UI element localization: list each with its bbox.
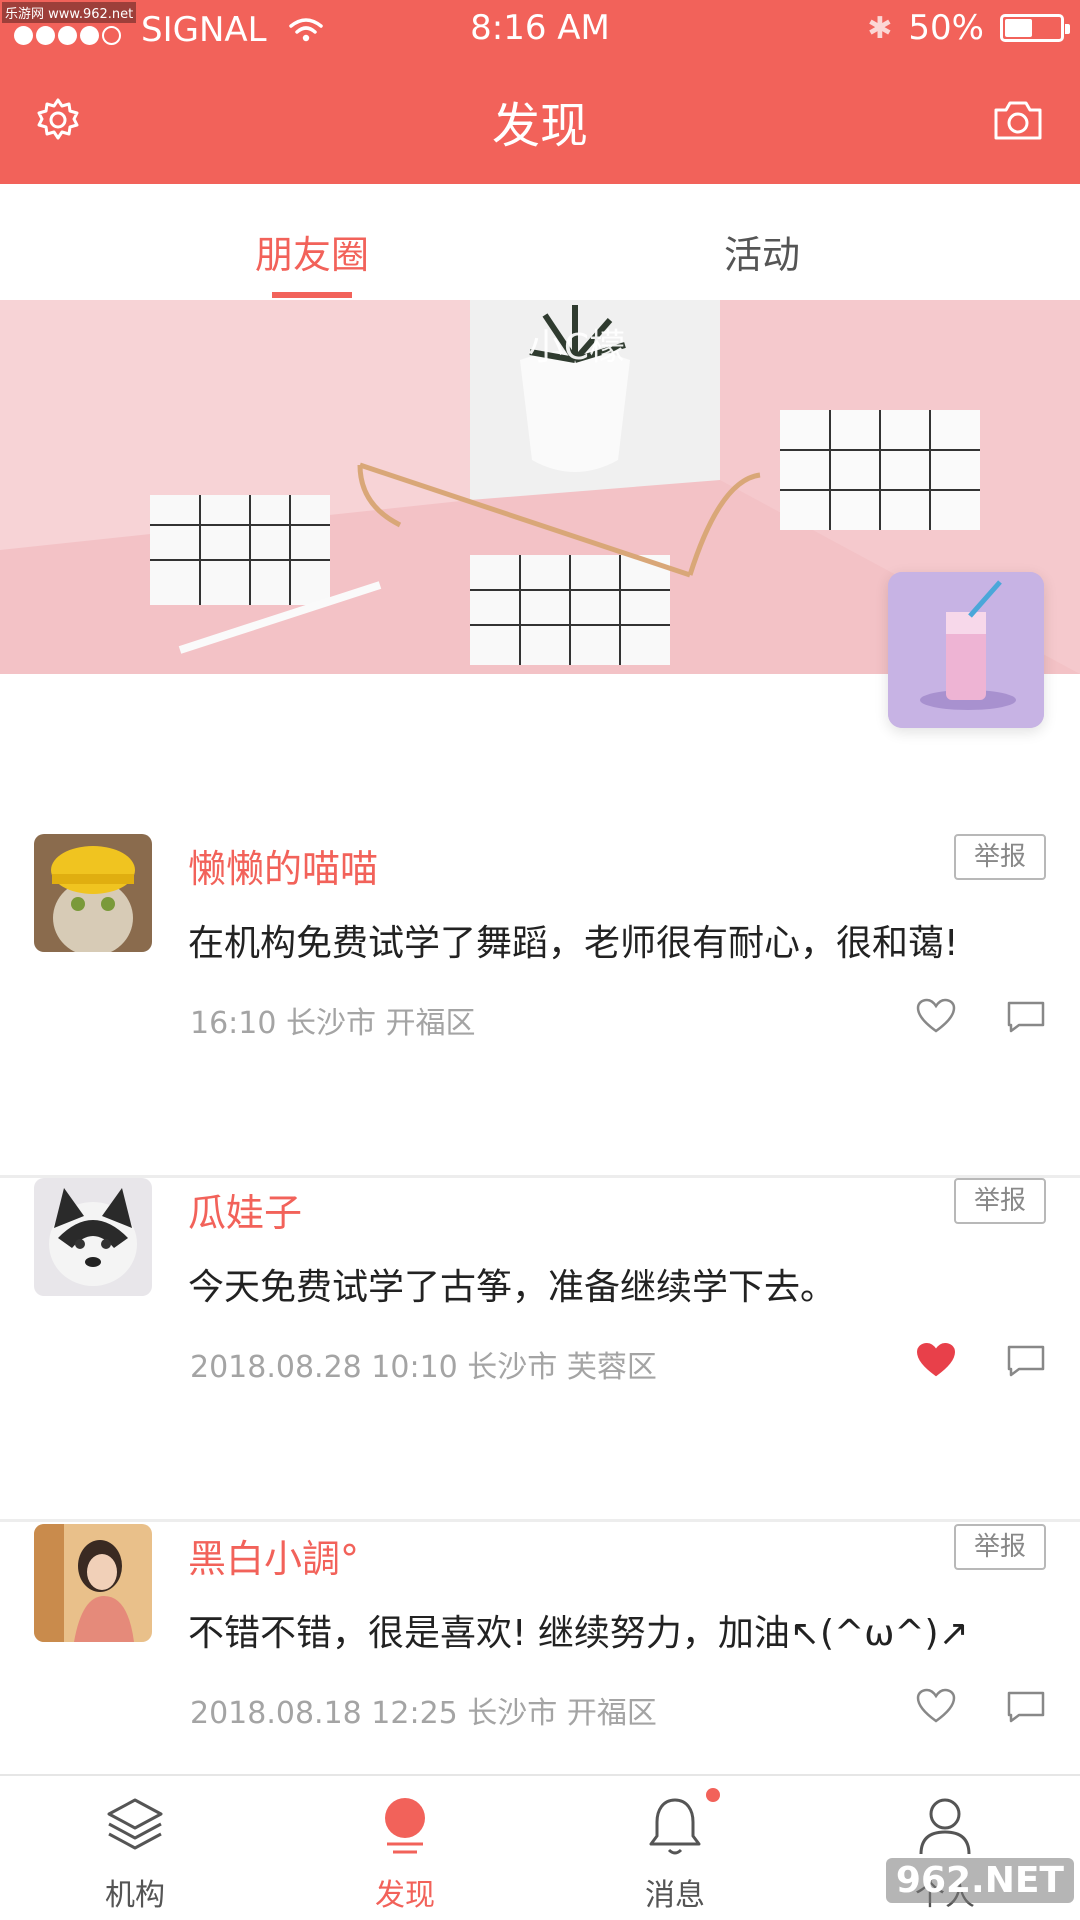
report-button[interactable]: 举报: [954, 1524, 1046, 1570]
heart-icon[interactable]: [916, 998, 956, 1034]
report-button[interactable]: 举报: [954, 834, 1046, 880]
bottom-nav-label: 机构: [105, 1878, 165, 1913]
avatar[interactable]: [34, 1178, 152, 1296]
post-meta: 2018.08.18 12:25 长沙市 开福区: [190, 1696, 657, 1731]
app-header: 乐游网 www.962.net SIGNAL 8:16 AM ✱ 50% 发现: [0, 0, 1080, 184]
post-author[interactable]: 懒懒的喵喵: [188, 838, 378, 893]
post-text: 不错不错，很是喜欢! 继续努力，加油↖(^ω^)↗: [188, 1613, 969, 1654]
bottom-nav-institutions[interactable]: 机构: [0, 1776, 270, 1920]
comment-icon[interactable]: [1006, 1690, 1046, 1724]
post-text: 在机构免费试学了舞蹈，老师很有耐心，很和蔼!: [188, 923, 959, 964]
post-author[interactable]: 黑白小調°: [188, 1528, 359, 1583]
bell-icon: [649, 1798, 701, 1855]
bottom-nav-discover[interactable]: 发现: [270, 1776, 540, 1920]
tab-active-indicator: [272, 292, 352, 298]
post-author[interactable]: 瓜娃子: [188, 1182, 302, 1237]
camera-icon[interactable]: [992, 98, 1044, 142]
avatar[interactable]: [34, 1524, 152, 1642]
post-item: 瓜娃子 举报 今天免费试学了古筝，准备继续学下去。 2018.08.28 10:…: [0, 1178, 1080, 1522]
banner-user-name: 小C檬: [527, 327, 625, 368]
discover-icon: [385, 1798, 425, 1854]
layers-icon: [107, 1798, 163, 1850]
profile-avatar[interactable]: [888, 572, 1044, 728]
post-meta: 16:10 长沙市 开福区: [190, 1006, 476, 1041]
avatar[interactable]: [34, 834, 152, 952]
tab-bar: 朋友圈 活动: [0, 184, 1080, 300]
tab-activity[interactable]: 活动: [652, 224, 872, 279]
watermark-bottom: 962.NET: [885, 1858, 1074, 1903]
page-title: 发现: [491, 98, 588, 154]
tab-friends-circle[interactable]: 朋友圈: [202, 224, 422, 279]
status-right: ✱ 50%: [867, 8, 1070, 48]
heart-icon[interactable]: [916, 1688, 956, 1724]
user-icon: [919, 1798, 971, 1855]
battery-icon: [1000, 14, 1070, 42]
bottom-nav-label: 发现: [375, 1878, 435, 1913]
status-bar: 乐游网 www.962.net SIGNAL 8:16 AM ✱ 50%: [0, 0, 1080, 60]
bottom-nav-messages[interactable]: 消息: [540, 1776, 810, 1920]
post-item: 懒懒的喵喵 举报 在机构免费试学了舞蹈，老师很有耐心，很和蔼! 16:10 长沙…: [0, 834, 1080, 1178]
heart-filled-icon[interactable]: [916, 1342, 956, 1378]
battery-percent: 50%: [908, 8, 984, 48]
post-meta: 2018.08.28 10:10 长沙市 芙蓉区: [190, 1350, 657, 1385]
post-text: 今天免费试学了古筝，准备继续学下去。: [188, 1267, 837, 1308]
comment-icon[interactable]: [1006, 1344, 1046, 1378]
bluetooth-icon: ✱: [867, 10, 893, 46]
bottom-nav-label: 消息: [645, 1878, 705, 1913]
comment-icon[interactable]: [1006, 1000, 1046, 1034]
battery-level: [1005, 19, 1032, 37]
report-button[interactable]: 举报: [954, 1178, 1046, 1224]
notification-badge: [706, 1788, 720, 1802]
